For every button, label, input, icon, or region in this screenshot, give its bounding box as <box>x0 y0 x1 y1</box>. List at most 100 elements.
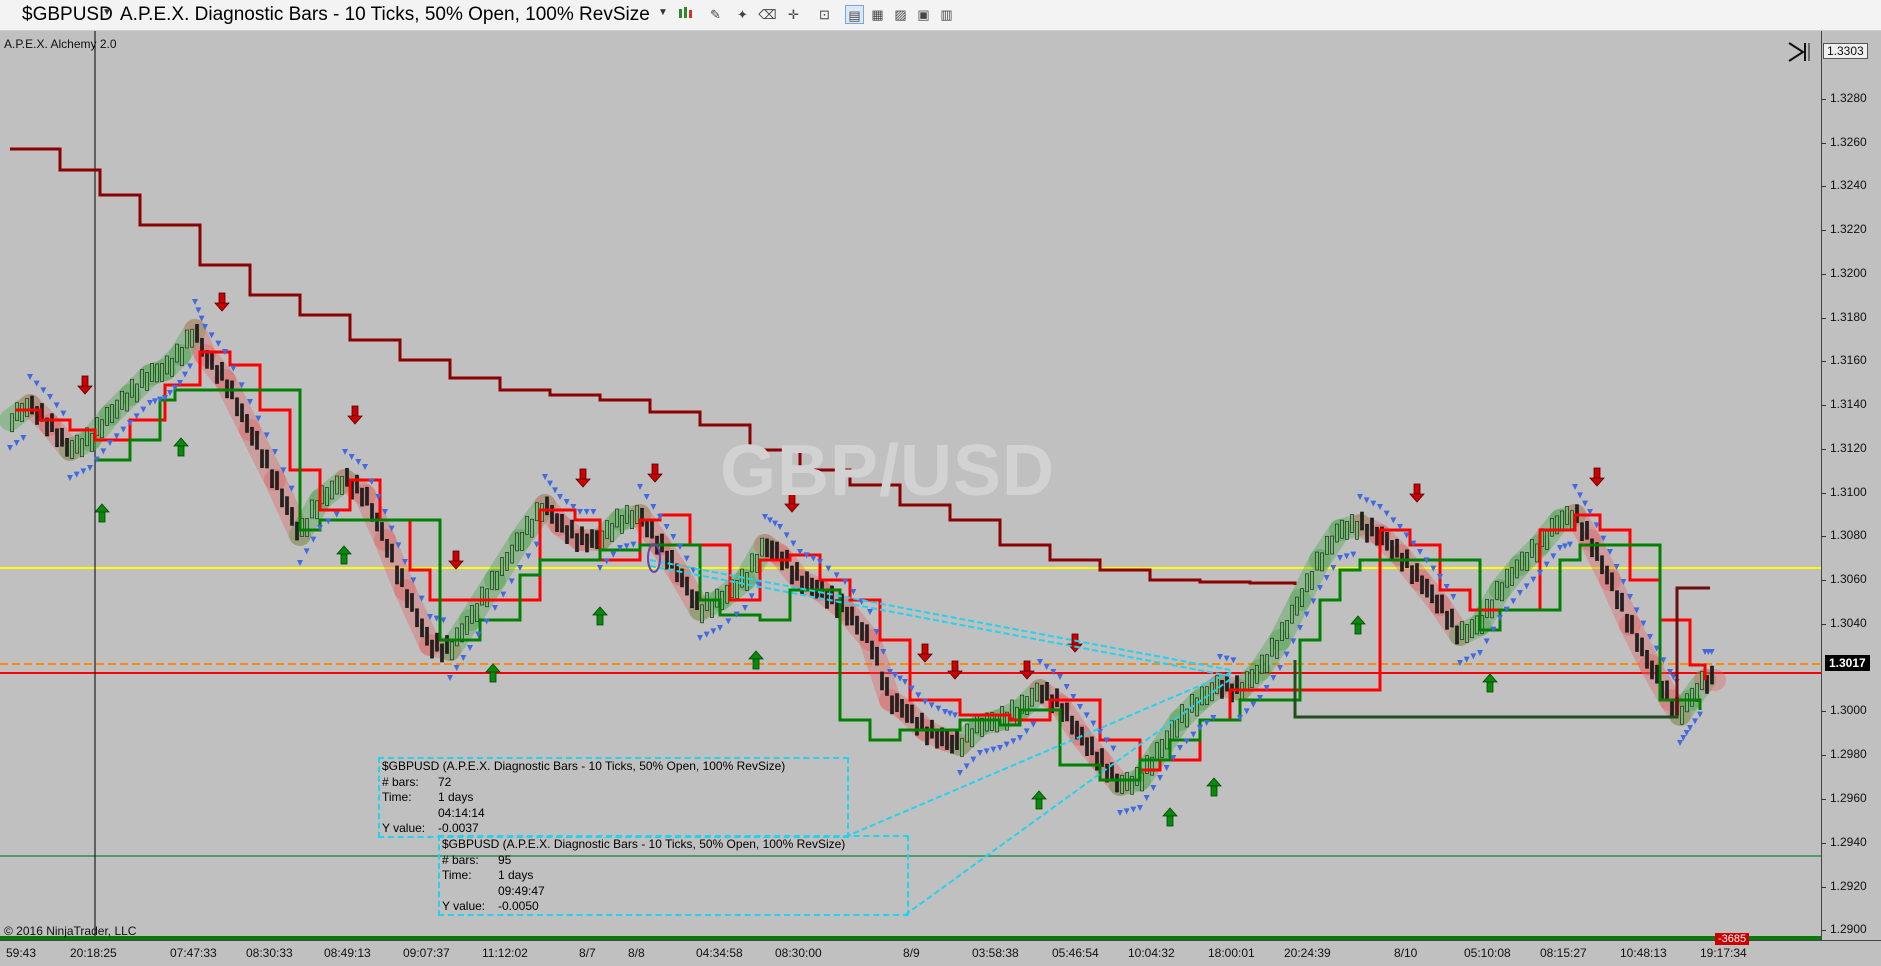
trail-dot <box>133 413 140 420</box>
sell-arrow-icon <box>81 375 89 387</box>
trail-dot <box>182 371 188 378</box>
trail-dot <box>697 635 703 641</box>
price-bar <box>1565 506 1569 525</box>
trail-dot <box>663 524 670 530</box>
price-bar <box>490 570 494 590</box>
price-tick-label: 1.3100 <box>1830 485 1867 499</box>
time-tick-label: 8/10 <box>1394 946 1418 960</box>
price-bar <box>665 550 669 570</box>
data-box-icon[interactable]: ▤ <box>845 5 864 24</box>
trail-dot <box>762 514 768 520</box>
price-bar <box>1035 682 1039 702</box>
properties-icon[interactable]: ▥ <box>937 5 956 24</box>
trail-dot <box>790 540 797 547</box>
price-bar <box>1425 578 1429 598</box>
price-bar <box>870 640 874 660</box>
trail-dot <box>643 494 650 500</box>
price-bar <box>590 529 594 548</box>
instrument-selector[interactable]: $GBPUSD <box>22 4 113 26</box>
measure-box-1[interactable]: $GBPUSD (A.P.E.X. Diagnostic Bars - 10 T… <box>378 757 849 838</box>
trail-dot <box>552 487 558 494</box>
price-bar <box>325 487 329 506</box>
price-bar <box>735 580 739 599</box>
price-bar <box>520 532 524 551</box>
price-bar <box>1545 531 1549 550</box>
price-bar <box>1390 540 1394 559</box>
price-bar <box>505 551 509 571</box>
zoom-icon[interactable]: ⊡ <box>815 5 834 24</box>
trail-dot <box>1577 492 1583 499</box>
pencil-icon[interactable]: ✎ <box>706 5 725 24</box>
trail-dot <box>767 517 773 524</box>
price-bar <box>235 397 239 417</box>
price-bar <box>1710 665 1714 685</box>
price-bar <box>180 347 184 366</box>
bar-type-dropdown-icon[interactable]: ▼ <box>658 7 668 18</box>
price-bar <box>1400 552 1404 572</box>
price-bar <box>110 404 114 423</box>
price-tick-label: 1.3060 <box>1830 572 1867 586</box>
price-bar <box>1640 637 1644 657</box>
price-bar <box>280 488 284 508</box>
eraser-icon[interactable]: ⌫ <box>758 5 777 24</box>
time-tick-label: 8/7 <box>579 946 596 960</box>
price-bar <box>1245 671 1249 691</box>
measure-box-2[interactable]: $GBPUSD (A.P.E.X. Diagnostic Bars - 10 T… <box>438 835 909 916</box>
crosshair-icon[interactable]: ✛ <box>784 5 803 24</box>
price-bar <box>515 532 519 552</box>
y-value-label: Y value: <box>382 821 426 835</box>
trail-dot <box>623 543 630 550</box>
sell-arrow-icon <box>214 302 230 312</box>
trail-dot <box>1203 720 1210 726</box>
trail-dot <box>1177 745 1183 751</box>
price-bar <box>260 449 264 468</box>
trail-dot <box>610 551 617 558</box>
scroll-end-icon[interactable] <box>1787 41 1821 63</box>
price-bar <box>335 475 339 495</box>
trail-dot <box>1230 657 1237 664</box>
price-bar <box>1420 575 1424 595</box>
buy-arrow-icon <box>1031 790 1047 800</box>
save-icon[interactable]: ▣ <box>914 5 933 24</box>
indicators-icon[interactable]: ▦ <box>868 5 887 24</box>
price-tick-mark <box>1821 143 1826 144</box>
trail-dot <box>1270 675 1277 681</box>
price-bar <box>1195 697 1199 717</box>
chart-image-icon[interactable]: ▨ <box>891 5 910 24</box>
sell-arrow-icon <box>947 670 963 680</box>
price-bar <box>1370 517 1374 537</box>
trail-dot <box>1243 708 1250 715</box>
trail-dot <box>1562 543 1568 550</box>
sell-arrow-icon <box>647 473 663 483</box>
trail-dot <box>1017 735 1023 741</box>
trail-dot <box>333 511 340 518</box>
sell-arrow-icon <box>1409 493 1425 503</box>
trail-dot <box>368 479 375 485</box>
time-tick-label: 07:47:33 <box>170 946 217 960</box>
bar-type-selector[interactable]: A.P.E.X. Diagnostic Bars - 10 Ticks, 50%… <box>120 4 650 26</box>
price-bar <box>1165 730 1169 750</box>
price-tick-mark <box>1821 274 1826 275</box>
trail-dot <box>1463 656 1470 663</box>
pin-icon[interactable]: ✦ <box>733 5 752 24</box>
time-tick-label: 08:15:27 <box>1540 946 1587 960</box>
price-bar <box>65 438 69 457</box>
trail-dot <box>947 710 953 717</box>
trail-dot <box>1063 684 1070 690</box>
candlestick-icon[interactable] <box>676 5 695 24</box>
buy-arrow-icon <box>752 658 760 670</box>
price-bar <box>500 557 504 576</box>
price-bar <box>1680 705 1684 725</box>
price-bar <box>1500 582 1504 602</box>
price-bar <box>1645 650 1649 669</box>
trail-dot <box>1157 775 1163 781</box>
instrument-dropdown-icon[interactable]: ▼ <box>102 7 112 18</box>
price-bar <box>285 496 289 515</box>
price-bar <box>1295 596 1299 616</box>
price-tick-label: 1.3120 <box>1830 441 1867 455</box>
price-bar <box>1630 615 1634 634</box>
trail-dot <box>1677 740 1683 746</box>
price-bar <box>145 372 149 391</box>
price-bar <box>1475 615 1479 635</box>
trail-dot <box>833 572 840 579</box>
